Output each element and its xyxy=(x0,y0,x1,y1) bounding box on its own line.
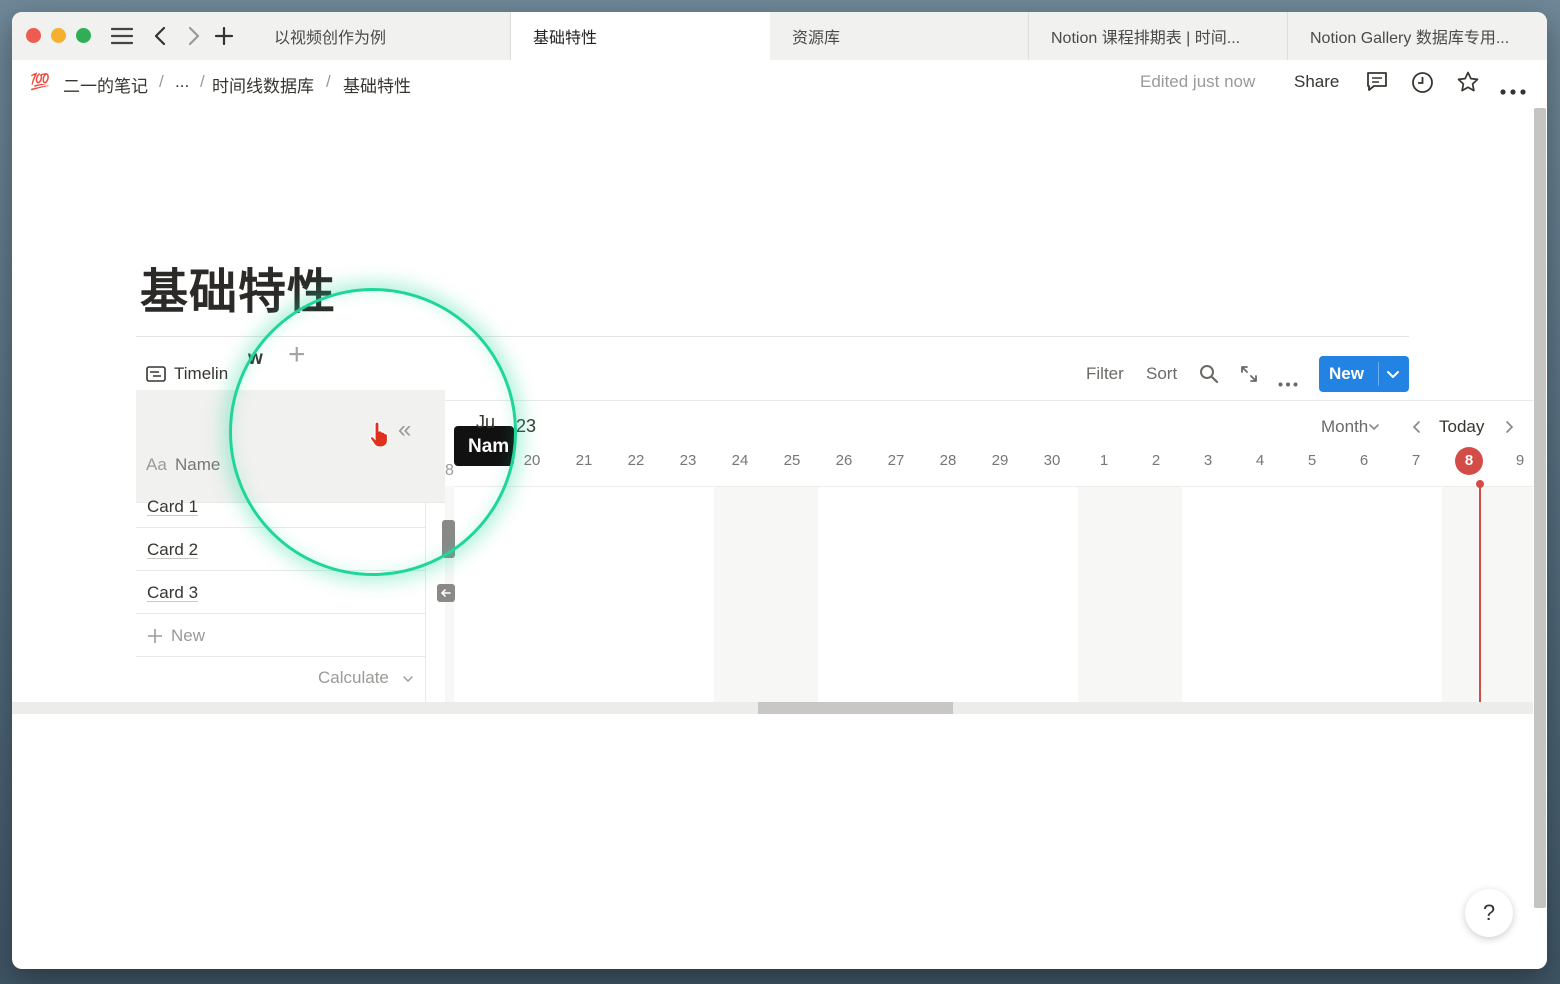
table-row[interactable]: Card 3 xyxy=(136,572,425,614)
previous-period-icon[interactable] xyxy=(1411,420,1421,439)
help-label: ? xyxy=(1482,900,1496,925)
timeline-header-divider xyxy=(454,486,1534,487)
timeline-view-tab[interactable]: Timelin xyxy=(146,364,228,384)
sidebar-menu-icon[interactable] xyxy=(110,22,134,50)
back-arrow-icon[interactable] xyxy=(150,22,170,50)
new-tab-plus-icon[interactable] xyxy=(212,22,236,50)
favorite-star-icon[interactable] xyxy=(1456,70,1480,99)
tab-notion-gallery[interactable]: Notion Gallery 数据库专用... xyxy=(1288,12,1547,60)
scale-chevron-down-icon xyxy=(1368,420,1380,438)
timeline-day-number: 23 xyxy=(679,452,697,469)
next-period-icon[interactable] xyxy=(1505,420,1515,439)
new-button-divider xyxy=(1378,362,1379,386)
calculate-chevron-down-icon xyxy=(402,672,414,690)
minimize-window-button[interactable] xyxy=(51,28,66,43)
scroll-to-card-arrow-icon[interactable] xyxy=(437,584,455,602)
title-bar: 以视频创作为例 基础特性 资源库 Notion 课程排期表 | 时间... No… xyxy=(12,12,1547,60)
timeline-day-number: 26 xyxy=(835,452,853,469)
breadcrumb-item-ellipsis[interactable]: ... xyxy=(175,72,189,92)
tab-label: Notion Gallery 数据库专用... xyxy=(1310,30,1510,47)
more-options-icon[interactable] xyxy=(1500,80,1526,100)
help-button[interactable]: ? xyxy=(1465,889,1513,937)
timeline-day-number: 7 xyxy=(1411,452,1421,469)
row-name: Card 2 xyxy=(147,539,199,559)
timeline-day-number: 6 xyxy=(1359,452,1369,469)
timeline-day-number: 4 xyxy=(1255,452,1265,469)
timeline-scale-dropdown[interactable]: Month xyxy=(1321,417,1368,437)
tab-label: Notion 课程排期表 | 时间... xyxy=(1051,30,1241,47)
timeline-view-icon xyxy=(146,366,166,382)
row-name: Card 3 xyxy=(147,582,199,602)
today-button[interactable]: Today xyxy=(1439,417,1484,437)
breadcrumb-separator: / xyxy=(200,72,205,91)
page-topbar: 💯 二一的笔记 / ... / 时间线数据库 / 基础特性 Edited jus… xyxy=(12,60,1547,106)
timeline-day-number: 9 xyxy=(1515,452,1525,469)
tab-label: 资源库 xyxy=(792,30,841,47)
breadcrumb-item-notes[interactable]: 二一的笔记 xyxy=(63,72,148,97)
tab-label: 基础特性 xyxy=(533,30,598,47)
view-more-options-icon[interactable] xyxy=(1278,372,1298,392)
view-tab-label: Timelin xyxy=(174,364,229,383)
tab-resources[interactable]: 资源库 xyxy=(770,12,1029,60)
breadcrumb-item-current[interactable]: 基础特性 xyxy=(343,72,411,97)
timeline-day-number: 30 xyxy=(1043,452,1061,469)
page-emoji-icon[interactable]: 💯 xyxy=(30,72,50,92)
name-column-header[interactable]: Name xyxy=(175,455,220,475)
forward-arrow-icon[interactable] xyxy=(184,22,204,50)
name-column-type: Aa xyxy=(146,455,167,474)
timeline-day-number: 2 xyxy=(1151,452,1161,469)
calculate-dropdown[interactable]: Calculate xyxy=(318,668,389,688)
tab-label: 以视频创作为例 xyxy=(274,30,387,47)
timeline-day-number: 20 xyxy=(523,452,541,469)
weekend-column xyxy=(714,486,818,702)
timeline-day-number: 25 xyxy=(783,452,801,469)
breadcrumb-item-timeline-db[interactable]: 时间线数据库 xyxy=(212,72,314,97)
zoom-window-button[interactable] xyxy=(76,28,91,43)
expand-full-page-icon[interactable] xyxy=(1239,364,1259,389)
search-icon[interactable] xyxy=(1199,364,1219,389)
browser-window: 以视频创作为例 基础特性 资源库 Notion 课程排期表 | 时间... No… xyxy=(12,12,1547,969)
timeline-day-number: 21 xyxy=(575,452,593,469)
new-item-button[interactable]: New xyxy=(1319,356,1409,392)
share-button[interactable]: Share xyxy=(1294,72,1339,92)
comment-icon[interactable] xyxy=(1365,71,1389,98)
chevron-down-icon[interactable] xyxy=(1386,366,1400,386)
timeline-day-number: 1 xyxy=(1099,452,1109,469)
weekend-column xyxy=(1442,486,1534,702)
today-line xyxy=(1479,484,1481,702)
timeline-day-number: 27 xyxy=(887,452,905,469)
breadcrumb-separator: / xyxy=(326,72,331,91)
close-window-button[interactable] xyxy=(26,28,41,43)
timeline-month-label: 23 xyxy=(516,416,537,436)
timeline-day-number: 29 xyxy=(991,452,1009,469)
timeline-day-number: 22 xyxy=(627,452,645,469)
edited-status: Edited just now xyxy=(1140,72,1256,91)
new-row-button[interactable]: New xyxy=(136,615,425,657)
sort-button[interactable]: Sort xyxy=(1146,364,1177,384)
tab-video-creation[interactable]: 以视频创作为例 xyxy=(252,12,511,60)
timeline-day-number: 24 xyxy=(731,452,749,469)
new-row-label: New xyxy=(171,625,206,645)
new-button-label: New xyxy=(1329,364,1364,383)
horizontal-scrollbar-thumb[interactable] xyxy=(758,702,953,714)
plus-icon xyxy=(148,628,162,643)
today-day-number: 8 xyxy=(1464,452,1474,469)
weekend-column xyxy=(1078,486,1182,702)
timeline-day-number: 3 xyxy=(1203,452,1213,469)
timeline-day-number: 28 xyxy=(939,452,957,469)
breadcrumb-separator: / xyxy=(159,72,164,91)
row-name: Card 1 xyxy=(147,496,199,516)
magnifier-highlight-ring xyxy=(229,288,517,576)
vertical-scrollbar-thumb[interactable] xyxy=(1534,108,1546,908)
history-clock-icon[interactable] xyxy=(1411,71,1434,99)
tab-course-schedule[interactable]: Notion 课程排期表 | 时间... xyxy=(1029,12,1288,60)
tab-basic-features[interactable]: 基础特性 xyxy=(511,12,770,60)
timeline-day-number: 5 xyxy=(1307,452,1317,469)
filter-button[interactable]: Filter xyxy=(1086,364,1124,384)
